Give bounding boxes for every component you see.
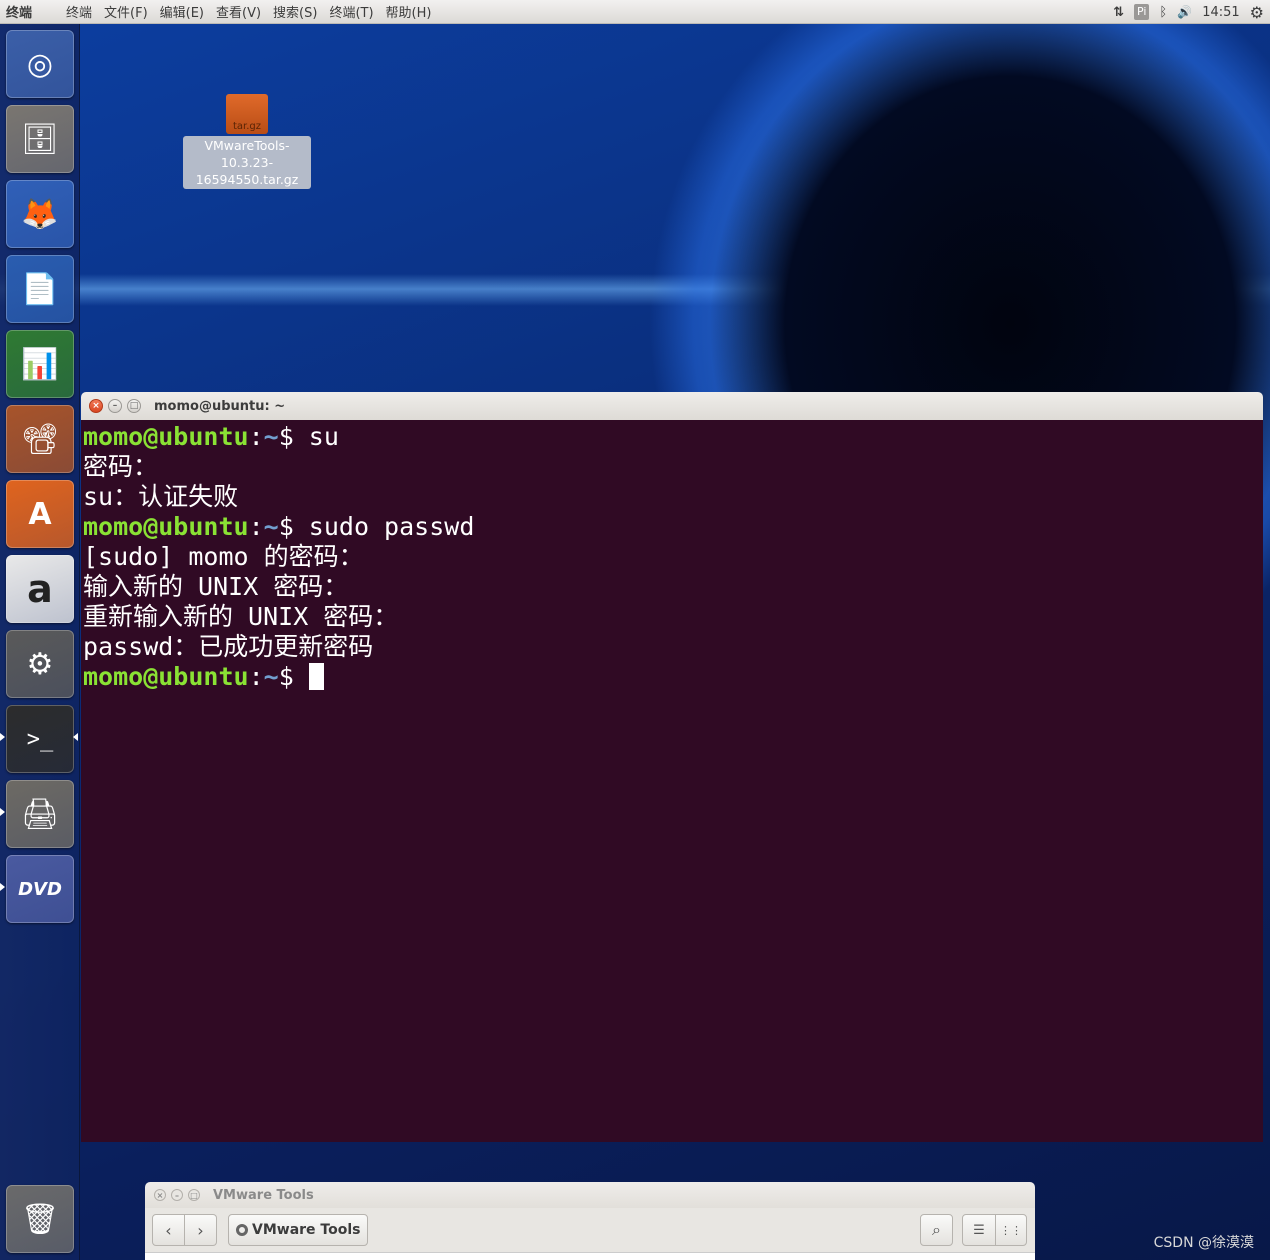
running-indicator-icon (0, 808, 5, 816)
minimize-button[interactable]: – (108, 399, 122, 413)
launcher-dvd[interactable]: DVD (6, 855, 74, 923)
terminal-prompt-line: momo@ubuntu:~$ (83, 662, 1261, 692)
file-manager-content[interactable] (145, 1252, 1035, 1260)
menu-search[interactable]: 搜索(S) (273, 2, 317, 21)
close-button[interactable]: × (89, 399, 103, 413)
location-label: VMware Tools (252, 1222, 361, 1238)
terminal-line: momo@ubuntu:~$ sudo passwd (83, 512, 475, 541)
search-button[interactable]: ⌕ (920, 1214, 953, 1246)
terminal-icon: >_ (26, 726, 54, 752)
terminal-line: 密码： (83, 452, 159, 481)
dvd-icon: DVD (18, 878, 62, 900)
launcher-dash[interactable]: ◎ (6, 30, 74, 98)
bluetooth-icon[interactable]: ᛒ (1159, 5, 1167, 20)
menu-edit[interactable]: 编辑(E) (160, 2, 204, 21)
grid-view-button[interactable]: ⋮⋮ (995, 1214, 1027, 1246)
watermark: CSDN @徐漠漠 (1153, 1235, 1254, 1251)
maximize-button[interactable]: □ (188, 1189, 200, 1201)
menu-view[interactable]: 查看(V) (216, 2, 261, 21)
app-title: 终端 (6, 6, 33, 21)
menu-help[interactable]: 帮助(H) (386, 2, 432, 21)
network-icon[interactable]: ⇅ (1113, 5, 1124, 20)
printer-icon: 🖨 (20, 796, 60, 832)
menu-terminal-app[interactable]: 终端 (66, 2, 92, 21)
disc-icon (236, 1224, 248, 1236)
writer-document-icon: 📄 (21, 271, 59, 307)
top-panel: 终端 终端 文件(F) 编辑(E) 查看(V) 搜索(S) 终端(T) 帮助(H… (0, 0, 1270, 24)
terminal-line: 输入新的 UNIX 密码： (83, 572, 349, 601)
list-view-button[interactable]: ☰ (962, 1214, 996, 1246)
file-cabinet-icon: 🗄 (20, 121, 60, 157)
amazon-icon: a (27, 567, 53, 611)
archive-icon: tar.gz (226, 94, 268, 134)
presentation-icon: 📽 (20, 421, 60, 457)
terminal-line: su：认证失败 (83, 482, 239, 511)
forward-button[interactable]: › (185, 1214, 217, 1246)
desktop-file-label: VMwareTools-10.3.23-16594550.tar.gz (183, 136, 311, 189)
terminal-titlebar[interactable]: × – □ momo@ubuntu: ~ (81, 392, 1263, 420)
chevron-right-icon: › (197, 1220, 204, 1240)
minimize-button[interactable]: – (171, 1189, 183, 1201)
ubuntu-logo-icon: ◎ (26, 46, 54, 82)
launcher-writer[interactable]: 📄 (6, 255, 74, 323)
volume-icon[interactable]: 🔊 (1177, 5, 1192, 19)
terminal-window[interactable]: × – □ momo@ubuntu: ~ momo@ubuntu:~$ su 密… (81, 392, 1263, 1142)
list-view-icon: ☰ (973, 1222, 985, 1238)
close-button[interactable]: × (154, 1189, 166, 1201)
firefox-icon: 🦊 (21, 196, 59, 232)
launcher-system-settings[interactable]: ⚙ (6, 630, 74, 698)
terminal-line: momo@ubuntu:~$ su (83, 422, 339, 451)
settings-gear-icon[interactable]: ⚙ (1250, 3, 1264, 22)
terminal-line: 重新输入新的 UNIX 密码： (83, 602, 399, 631)
file-manager-window[interactable]: × – □ VMware Tools ‹ › VMware Tools ⌕ ☰ … (145, 1182, 1035, 1260)
launcher-files[interactable]: 🗄 (6, 105, 74, 173)
trash-icon: 🗑 (20, 1201, 60, 1237)
indicator-area: ⇅ Pi ᛒ 🔊 14:51 ⚙ (1113, 0, 1264, 24)
launcher-printer[interactable]: 🖨 (6, 780, 74, 848)
file-manager-titlebar[interactable]: × – □ VMware Tools (145, 1182, 1035, 1208)
input-method-icon[interactable]: Pi (1133, 4, 1150, 20)
running-indicator-icon (0, 733, 5, 741)
launcher-trash[interactable]: 🗑 (6, 1185, 74, 1253)
spreadsheet-icon: 📊 (21, 346, 59, 382)
system-settings-icon: ⚙ (26, 646, 54, 682)
launcher-terminal[interactable]: >_ (6, 705, 74, 773)
text-cursor (308, 663, 324, 690)
grid-view-icon: ⋮⋮ (1000, 1223, 1022, 1237)
launcher-amazon[interactable]: a (6, 555, 74, 623)
desktop-file-icon[interactable]: tar.gz VMwareTools-10.3.23-16594550.tar.… (183, 94, 311, 189)
maximize-button[interactable]: □ (127, 399, 141, 413)
running-indicator-icon (0, 883, 5, 891)
active-window-indicator-icon (73, 733, 78, 741)
launcher-software[interactable]: A (6, 480, 74, 548)
terminal-title: momo@ubuntu: ~ (154, 398, 286, 414)
search-icon: ⌕ (932, 1220, 941, 1239)
chevron-left-icon: ‹ (165, 1220, 172, 1240)
file-manager-title: VMware Tools (213, 1187, 314, 1203)
clock[interactable]: 14:51 (1202, 5, 1239, 20)
back-button[interactable]: ‹ (152, 1214, 185, 1246)
software-center-icon: A (28, 496, 52, 532)
launcher-calc[interactable]: 📊 (6, 330, 74, 398)
menu-file[interactable]: 文件(F) (104, 2, 148, 21)
terminal-line: passwd：已成功更新密码 (83, 632, 374, 661)
terminal-output[interactable]: momo@ubuntu:~$ su 密码： su：认证失败 momo@ubunt… (81, 420, 1263, 1142)
file-manager-toolbar: ‹ › VMware Tools ⌕ ☰ ⋮⋮ (145, 1208, 1035, 1252)
launcher: ◎ 🗄 🦊 📄 📊 📽 A a ⚙ >_ 🖨 DVD 🗑 (0, 24, 80, 1260)
launcher-impress[interactable]: 📽 (6, 405, 74, 473)
terminal-line: [sudo] momo 的密码： (83, 542, 364, 571)
location-button[interactable]: VMware Tools (228, 1214, 369, 1246)
menu-terminal[interactable]: 终端(T) (329, 2, 373, 21)
launcher-firefox[interactable]: 🦊 (6, 180, 74, 248)
